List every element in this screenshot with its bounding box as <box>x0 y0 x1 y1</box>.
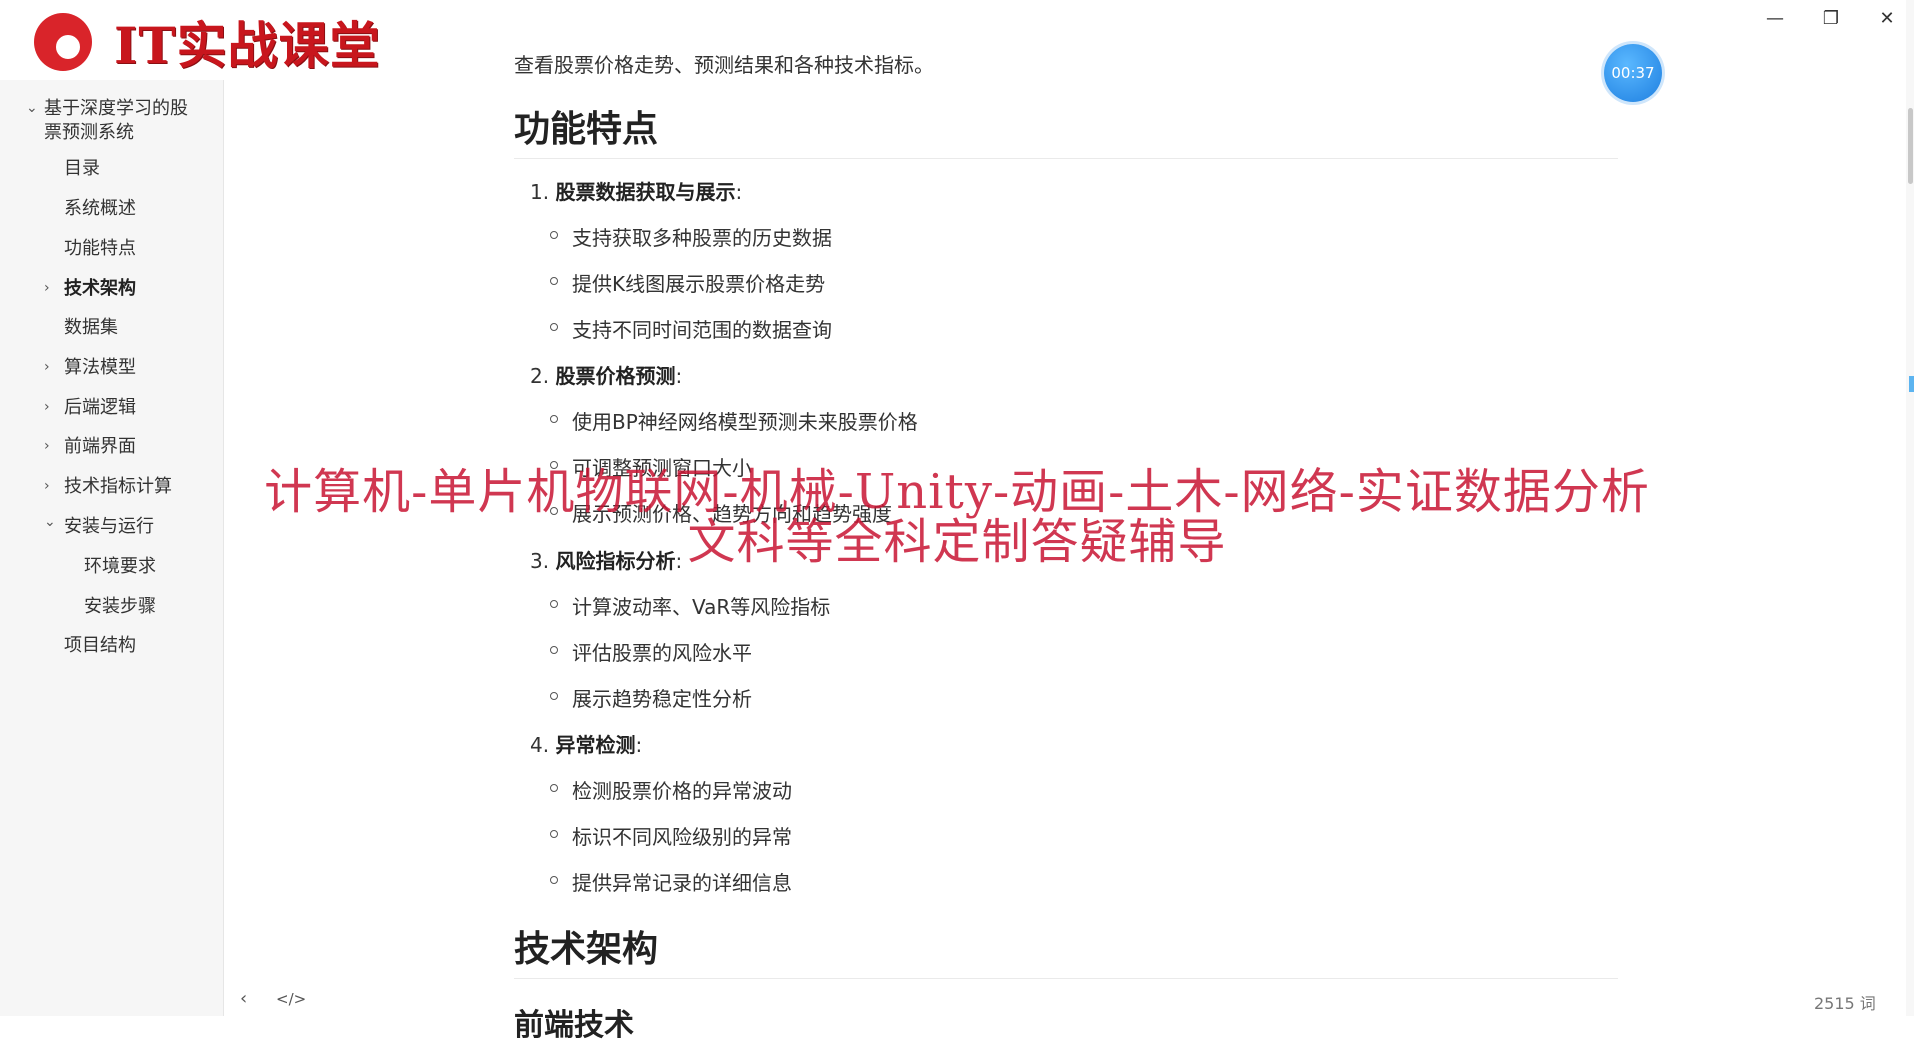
outline-item-structure[interactable]: 项目结构 <box>64 635 136 657</box>
feature-title: 股票数据获取与展示 <box>555 180 736 204</box>
list-item: 提供异常记录的详细信息 <box>550 867 792 896</box>
outline-item-backend[interactable]: 后端逻辑 <box>64 397 136 419</box>
chevron-right-icon[interactable]: › <box>44 399 50 415</box>
outline-item-features[interactable]: 功能特点 <box>64 238 136 260</box>
outline-root[interactable]: 基于深度学习的股票预测系统 <box>44 97 204 145</box>
chevron-right-icon[interactable]: › <box>44 359 50 375</box>
list-item: 评估股票的风险水平 <box>550 637 752 666</box>
word-count: 2515 词 <box>1814 994 1876 1013</box>
outline-item-toc[interactable]: 目录 <box>64 158 100 180</box>
list-item: 支持不同时间范围的数据查询 <box>550 314 832 343</box>
list-item: 支持获取多种股票的历史数据 <box>550 222 832 251</box>
feature-number: 1. <box>530 180 550 204</box>
outline-item-dataset[interactable]: 数据集 <box>64 317 118 339</box>
list-item: 计算波动率、VaR等风险指标 <box>549 591 830 620</box>
scrollbar[interactable] <box>1906 0 1914 1016</box>
source-code-icon[interactable]: </> <box>276 990 306 1008</box>
chevron-left-icon[interactable]: ‹ <box>240 988 247 1009</box>
outline-item-architecture[interactable]: 技术架构 <box>64 278 136 300</box>
feature-title: 股票价格预测 <box>555 364 676 388</box>
list-item: 标识不同风险级别的异常 <box>550 821 792 850</box>
feature-item: 1. 股票数据获取与展示: <box>530 180 743 204</box>
list-item: 使用BP神经网络模型预测未来股票价格 <box>550 406 918 435</box>
heading-architecture: 技术架构 <box>514 920 1618 979</box>
intro-paragraph: 查看股票价格走势、预测结果和各种技术指标。 <box>514 53 934 77</box>
minimize-button[interactable]: — <box>1752 4 1798 32</box>
logo: IT实战课堂 <box>4 8 406 76</box>
chevron-right-icon[interactable]: › <box>44 280 50 296</box>
heading-frontend-tech: 前端技术 <box>514 1008 634 1043</box>
overlay-banner-line2: 文科等全科定制答疑辅导 <box>687 514 1227 570</box>
chevron-down-icon[interactable]: ⌄ <box>26 100 38 116</box>
outline-item-install-steps[interactable]: 安装步骤 <box>84 596 156 618</box>
feature-item: 2. 股票价格预测: <box>530 364 683 388</box>
logo-text: IT实战课堂 <box>114 16 381 75</box>
restore-icon[interactable]: ❐ <box>1808 4 1854 32</box>
list-item: 提供K线图展示股票价格走势 <box>549 268 825 297</box>
scrollbar-thumb[interactable] <box>1908 108 1913 184</box>
feature-item: 4. 异常检测: <box>530 733 643 757</box>
list-item: 展示趋势稳定性分析 <box>550 683 752 712</box>
feature-number: 2. <box>530 364 550 388</box>
outline-item-overview[interactable]: 系统概述 <box>64 198 136 220</box>
scroll-position-marker <box>1909 376 1914 392</box>
outline-item-model[interactable]: 算法模型 <box>64 357 136 379</box>
feature-title: 异常检测 <box>555 733 636 757</box>
heading-features: 功能特点 <box>514 100 1618 159</box>
close-button[interactable]: ✕ <box>1864 4 1910 32</box>
logo-icon <box>34 13 92 71</box>
list-item: 检测股票价格的异常波动 <box>550 775 792 804</box>
feature-number: 4. <box>530 733 550 757</box>
